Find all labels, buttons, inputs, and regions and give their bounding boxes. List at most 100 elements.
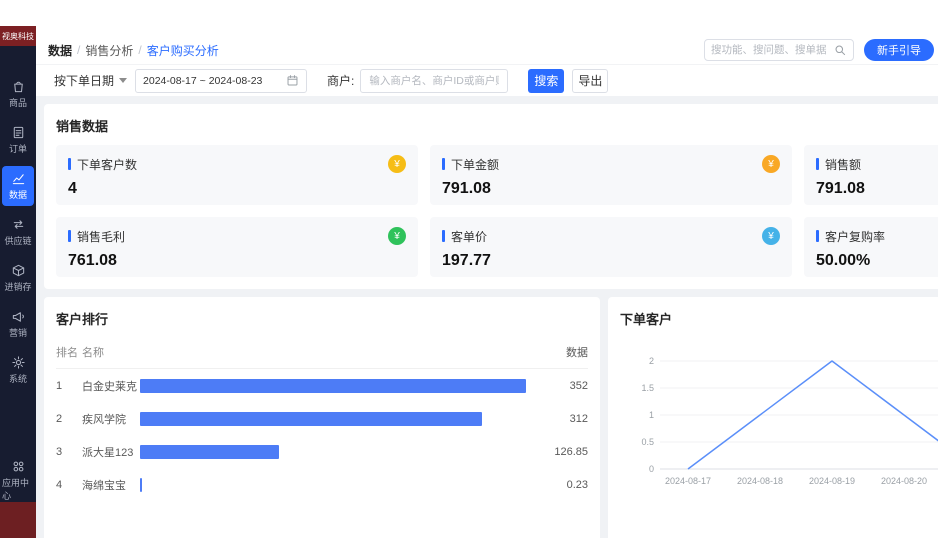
card-title: 下单客户 bbox=[620, 309, 938, 328]
svg-text:2024-08-17: 2024-08-17 bbox=[665, 476, 711, 486]
accent-bar bbox=[442, 230, 445, 242]
sidebar-item-label: 商品 bbox=[9, 96, 27, 109]
svg-text:1.5: 1.5 bbox=[641, 383, 654, 393]
order-icon bbox=[11, 125, 26, 140]
stat-value: 197.77 bbox=[442, 252, 780, 270]
breadcrumb-item[interactable]: 数据 bbox=[48, 42, 72, 59]
sidebar-item-label: 进销存 bbox=[4, 280, 31, 293]
megaphone-icon bbox=[11, 309, 26, 324]
stat-label: 下单金额 bbox=[451, 156, 499, 173]
stat-label: 销售额 bbox=[825, 156, 861, 173]
stat-value: 50.00% bbox=[816, 252, 938, 270]
accent-bar bbox=[68, 158, 71, 170]
sidebar-item-marketing[interactable]: 营销 bbox=[2, 304, 34, 344]
apps-grid-icon bbox=[11, 459, 26, 474]
rank-cell: 2 bbox=[56, 413, 82, 425]
topbar-right: 新手引导 bbox=[704, 39, 934, 61]
name-cell: 海绵宝宝 bbox=[82, 477, 140, 493]
stat-label: 下单客户数 bbox=[77, 156, 137, 173]
sidebar-item-label: 数据 bbox=[9, 188, 27, 201]
breadcrumb-item[interactable]: 销售分析 bbox=[85, 42, 133, 59]
name-cell: 白金史莱克 bbox=[82, 378, 140, 394]
rank-cell: 1 bbox=[56, 380, 82, 392]
value-cell: 352 bbox=[536, 380, 588, 392]
breadcrumb-item-current[interactable]: 客户购买分析 bbox=[147, 42, 219, 59]
sidebar-item-system[interactable]: 系统 bbox=[2, 350, 34, 390]
global-search-input[interactable] bbox=[711, 44, 834, 56]
logo: 视奥科技 bbox=[0, 26, 36, 46]
global-search bbox=[704, 39, 854, 61]
svg-text:1: 1 bbox=[649, 410, 654, 420]
stat-card-order-customers: 下单客户数 ¥ 4 bbox=[56, 145, 418, 205]
svg-text:2: 2 bbox=[649, 356, 654, 366]
name-cell: 派大星123 bbox=[82, 444, 140, 460]
merchant-label: 商户: bbox=[327, 72, 354, 89]
table-row: 2疾风学院 312 bbox=[56, 402, 588, 435]
date-range-input[interactable] bbox=[143, 75, 286, 87]
rank-cell: 4 bbox=[56, 479, 82, 491]
column-header-name: 名称 bbox=[82, 344, 140, 360]
name-cell: 疾风学院 bbox=[82, 411, 140, 427]
stat-card-repurchase-rate: 客户复购率 50.00% bbox=[804, 217, 938, 277]
sidebar-item-label: 营销 bbox=[9, 326, 27, 339]
ranking-bar bbox=[140, 478, 142, 492]
customer-ranking-card: 客户排行 排名 名称 数据 1白金史莱克3522疾风学院3123派大星12312… bbox=[44, 297, 600, 538]
ranking-rows: 1白金史莱克3522疾风学院3123派大星123126.854海绵宝宝0.23 bbox=[56, 369, 588, 501]
sidebar-menu: 商品 订单 数据 供应链 bbox=[0, 46, 36, 390]
date-range-picker[interactable] bbox=[135, 69, 307, 93]
sidebar-item-app-center[interactable]: 应用中心 bbox=[2, 458, 34, 502]
guide-button[interactable]: 新手引导 bbox=[864, 39, 934, 61]
yen-badge-icon: ¥ bbox=[388, 155, 406, 173]
bar-track bbox=[140, 478, 536, 492]
accent-bar bbox=[816, 230, 819, 242]
ranking-bar bbox=[140, 445, 279, 459]
sidebar-item-goods[interactable]: 商品 bbox=[2, 74, 34, 114]
sidebar-item-label: 系统 bbox=[9, 372, 27, 385]
sidebar-item-orders[interactable]: 订单 bbox=[2, 120, 34, 160]
yen-badge-icon: ¥ bbox=[762, 227, 780, 245]
stat-card-avg-order-value: 客单价 ¥ 197.77 bbox=[430, 217, 792, 277]
ranking-bar bbox=[140, 379, 526, 393]
breadcrumb-bar: 数据 / 销售分析 / 客户购买分析 新手引导 bbox=[36, 36, 938, 64]
export-button[interactable]: 导出 bbox=[572, 69, 608, 93]
top-spacer bbox=[36, 0, 938, 36]
stat-card-order-amount: 下单金额 ¥ 791.08 bbox=[430, 145, 792, 205]
bar-track bbox=[140, 412, 536, 426]
sidebar-item-label: 订单 bbox=[9, 142, 27, 155]
accent-bar bbox=[816, 158, 819, 170]
sidebar-item-supply-chain[interactable]: 供应链 bbox=[2, 212, 34, 252]
sidebar-item-data[interactable]: 数据 bbox=[2, 166, 34, 206]
sidebar-footer bbox=[0, 502, 36, 538]
filter-toolbar: 按下单日期 商户: 搜索 导出 bbox=[36, 64, 938, 96]
merchant-search-input[interactable] bbox=[360, 69, 508, 93]
value-cell: 126.85 bbox=[536, 446, 588, 458]
stat-value: 761.08 bbox=[68, 252, 406, 270]
yen-badge-icon: ¥ bbox=[388, 227, 406, 245]
stat-value: 791.08 bbox=[442, 180, 780, 198]
svg-text:2024-08-18: 2024-08-18 bbox=[737, 476, 783, 486]
value-cell: 312 bbox=[536, 413, 588, 425]
sidebar-item-inventory[interactable]: 进销存 bbox=[2, 258, 34, 298]
sidebar-item-label: 应用中心 bbox=[2, 476, 34, 502]
gear-icon bbox=[11, 355, 26, 370]
stat-label: 客单价 bbox=[451, 228, 487, 245]
ranking-bar bbox=[140, 412, 482, 426]
table-row: 3派大星123126.85 bbox=[56, 435, 588, 468]
search-button[interactable]: 搜索 bbox=[528, 69, 564, 93]
content-area: 销售数据 下单客户数 ¥ 4 下单金额 ¥ 791.08 bbox=[36, 96, 938, 538]
stat-card-sales-amount: 销售额 791.08 bbox=[804, 145, 938, 205]
search-icon[interactable] bbox=[834, 44, 847, 57]
line-chart-svg: 00.511.522024-08-172024-08-182024-08-192… bbox=[620, 334, 938, 494]
exchange-arrows-icon bbox=[11, 217, 26, 232]
svg-text:2024-08-20: 2024-08-20 bbox=[881, 476, 927, 486]
accent-bar bbox=[442, 158, 445, 170]
bar-track bbox=[140, 445, 536, 459]
breadcrumb-separator: / bbox=[77, 43, 80, 57]
date-filter-dropdown[interactable]: 按下单日期 bbox=[54, 72, 127, 89]
bottom-row: 客户排行 排名 名称 数据 1白金史莱克3522疾风学院3123派大星12312… bbox=[44, 297, 938, 538]
chevron-down-icon bbox=[119, 78, 127, 83]
stat-value: 791.08 bbox=[816, 180, 938, 198]
app-root: 视奥科技 商品 订单 数据 bbox=[0, 0, 938, 538]
stat-value: 4 bbox=[68, 180, 406, 198]
sidebar-item-label: 供应链 bbox=[4, 234, 31, 247]
